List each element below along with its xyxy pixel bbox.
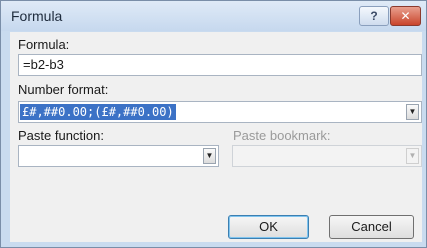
paste-function-dropdown-button[interactable]: ▼	[203, 148, 216, 164]
formula-field[interactable]: =b2-b3	[18, 54, 422, 76]
paste-bookmark-dropdown-button: ▼	[406, 148, 419, 164]
dialog-body: Formula: =b2-b3 Number format: £#,##0.00…	[10, 32, 422, 242]
formula-dialog: Formula ? ✕ Formula: =b2-b3 Number forma…	[0, 0, 427, 248]
chevron-down-icon: ▼	[408, 151, 417, 160]
help-icon: ?	[370, 9, 378, 23]
cancel-button[interactable]: Cancel	[329, 215, 414, 239]
title-bar[interactable]: Formula ? ✕	[1, 1, 426, 31]
chevron-down-icon: ▼	[205, 151, 214, 160]
paste-bookmark-combo: ▼	[232, 145, 422, 167]
number-format-combo[interactable]: £#,##0.00;(£#,##0.00) ▼	[18, 101, 422, 123]
paste-bookmark-label: Paste bookmark:	[233, 128, 331, 143]
paste-function-combo[interactable]: ▼	[18, 145, 219, 167]
dialog-title: Formula	[11, 8, 63, 24]
formula-value: =b2-b3	[23, 57, 64, 72]
number-format-value[interactable]: £#,##0.00;(£#,##0.00)	[20, 104, 176, 120]
ok-button[interactable]: OK	[228, 215, 309, 239]
number-format-label: Number format:	[18, 82, 109, 97]
close-button[interactable]: ✕	[390, 6, 421, 26]
paste-function-label: Paste function:	[18, 128, 104, 143]
ok-label: OK	[259, 219, 278, 234]
formula-label: Formula:	[18, 37, 70, 52]
close-icon: ✕	[400, 9, 411, 23]
cancel-label: Cancel	[351, 219, 392, 234]
number-format-dropdown-button[interactable]: ▼	[406, 104, 419, 120]
help-button[interactable]: ?	[359, 6, 389, 26]
chevron-down-icon: ▼	[408, 107, 417, 116]
